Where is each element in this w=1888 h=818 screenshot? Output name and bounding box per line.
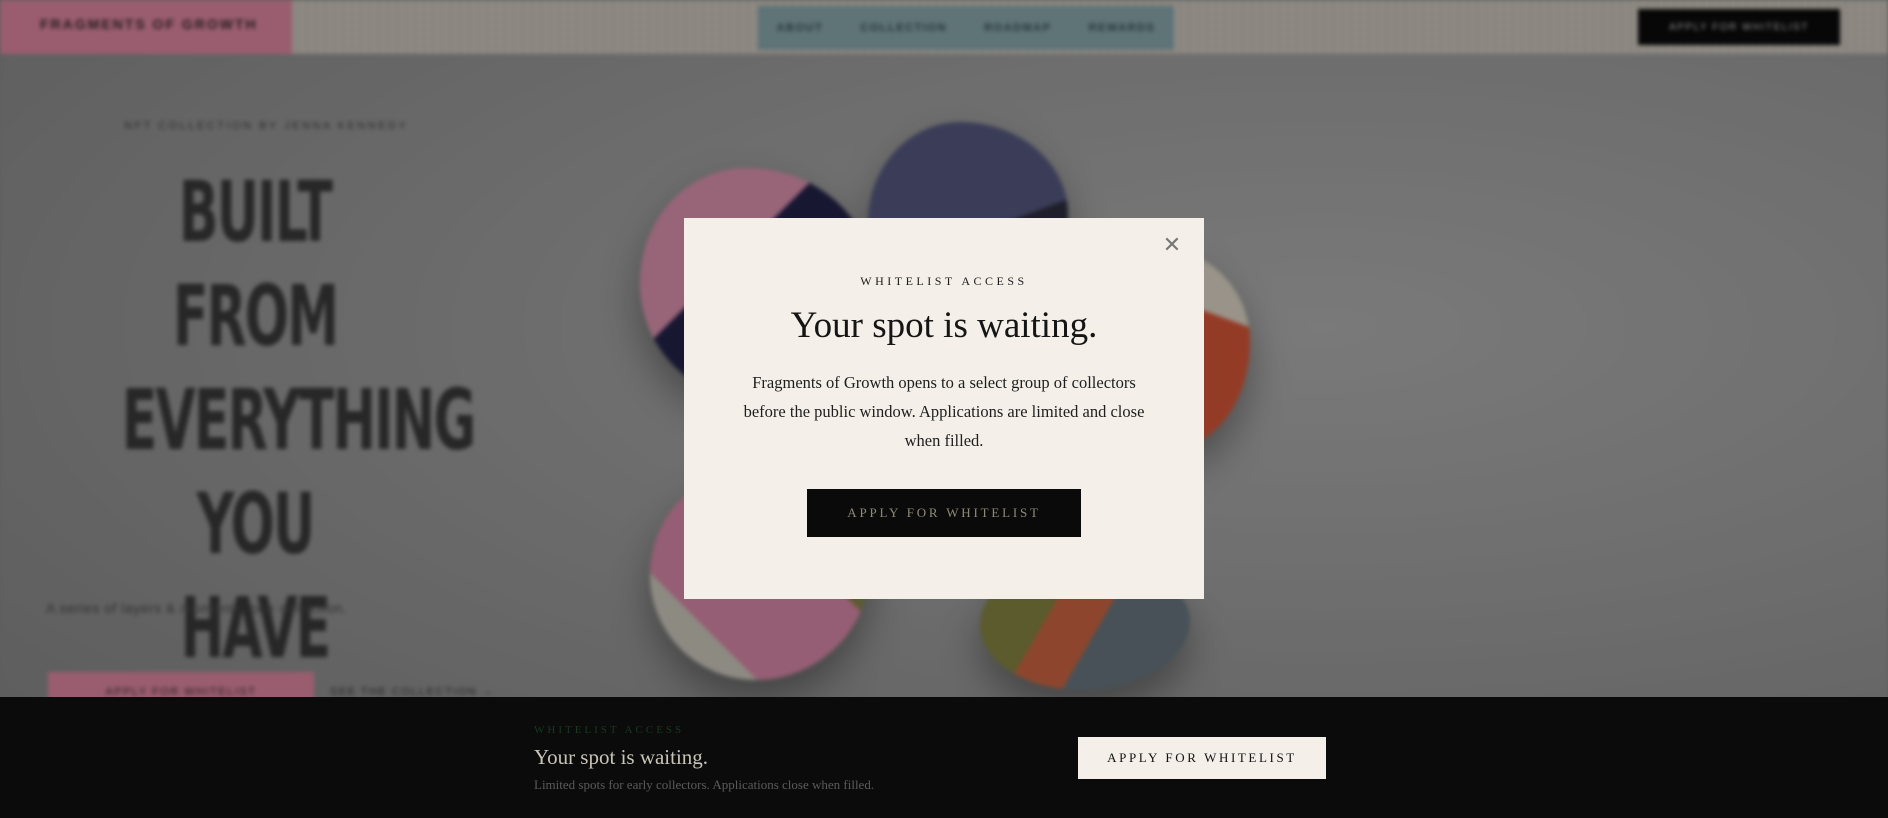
sticky-whitelist-bar: WHITELIST ACCESS Your spot is waiting. L…	[0, 697, 1888, 818]
modal-eyebrow: WHITELIST ACCESS	[860, 274, 1028, 288]
bar-eyebrow: WHITELIST ACCESS	[534, 724, 685, 736]
close-icon[interactable]: ✕	[1160, 234, 1184, 258]
modal-apply-button[interactable]: APPLY FOR WHITELIST	[807, 489, 1081, 537]
bar-apply-button[interactable]: APPLY FOR WHITELIST	[1078, 737, 1326, 779]
bar-subtitle: Limited spots for early collectors. Appl…	[534, 777, 875, 792]
modal-title: Your spot is waiting.	[790, 305, 1098, 346]
whitelist-modal: ✕ WHITELIST ACCESS Your spot is waiting.…	[684, 218, 1204, 599]
modal-description: Fragments of Growth opens to a select gr…	[743, 373, 1145, 450]
bar-title: Your spot is waiting.	[534, 745, 709, 769]
